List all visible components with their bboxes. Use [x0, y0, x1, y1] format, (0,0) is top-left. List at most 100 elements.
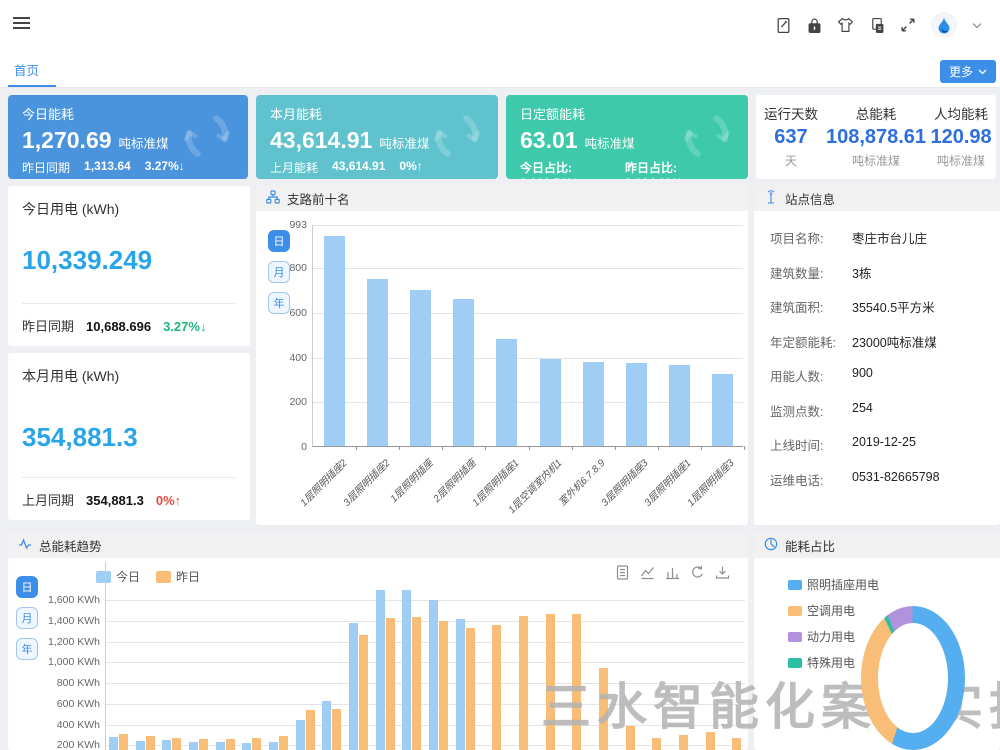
bar[interactable]: [466, 628, 475, 750]
bar[interactable]: [136, 741, 145, 750]
bar[interactable]: [359, 635, 368, 750]
bar[interactable]: [199, 739, 208, 750]
usage-delta: 3.27%↓: [163, 319, 206, 334]
water-drop-logo[interactable]: [931, 12, 957, 38]
bar[interactable]: [412, 617, 421, 750]
period-button-日[interactable]: 日: [268, 230, 290, 252]
legend-item[interactable]: 空调用电: [788, 602, 879, 619]
bar[interactable]: [599, 668, 608, 750]
bar[interactable]: [402, 590, 411, 750]
period-button-月[interactable]: 月: [16, 607, 38, 629]
stat-label: 运行天数: [756, 103, 826, 123]
bar[interactable]: [496, 339, 517, 446]
usage-card: 今日用电 (kWh)10,339.249昨日同期10,688.6963.27%↓: [8, 186, 250, 346]
legend-item[interactable]: 动力用电: [788, 628, 879, 645]
bar[interactable]: [252, 738, 261, 750]
chevron-down-icon[interactable]: [972, 22, 982, 29]
bar[interactable]: [242, 743, 251, 750]
bar[interactable]: [349, 623, 358, 750]
donut-chart[interactable]: [861, 606, 965, 750]
usage-foot-value: 354,881.3: [86, 493, 144, 508]
bar[interactable]: [324, 236, 345, 446]
bar[interactable]: [216, 742, 225, 750]
bar[interactable]: [626, 726, 635, 750]
tab-bar: 首页 更多: [0, 48, 1000, 88]
panel-title: 站点信息: [785, 189, 835, 208]
bar[interactable]: [439, 621, 448, 750]
site-row-label: 项目名称:: [770, 228, 852, 247]
bar[interactable]: [492, 625, 501, 750]
bar[interactable]: [410, 290, 431, 446]
bar[interactable]: [546, 614, 555, 750]
period-button-日[interactable]: 日: [16, 576, 38, 598]
kpi-footer-text: 上月能耗: [270, 159, 318, 176]
bar[interactable]: [226, 739, 235, 750]
bar[interactable]: [652, 738, 661, 750]
bar[interactable]: [279, 736, 288, 750]
kpi-footer-text: 今日占比: 2,016.54%: [520, 159, 625, 179]
bar[interactable]: [269, 742, 278, 750]
bar[interactable]: [706, 732, 715, 750]
tab-home[interactable]: 首页: [14, 60, 39, 79]
pie-clock-icon: [764, 537, 778, 554]
bar[interactable]: [376, 590, 385, 750]
bar[interactable]: [172, 738, 181, 750]
mobile-doc-icon[interactable]: [869, 17, 885, 34]
bar[interactable]: [189, 742, 198, 750]
usage-title: 本月用电 (kWh): [22, 366, 236, 386]
legend-item[interactable]: 照明插座用电: [788, 576, 879, 593]
grid-line: [106, 662, 745, 663]
more-button[interactable]: 更多: [940, 60, 996, 83]
bar[interactable]: [519, 616, 528, 750]
bar[interactable]: [146, 736, 155, 750]
bar[interactable]: [712, 374, 733, 446]
bar[interactable]: [679, 735, 688, 750]
bar[interactable]: [583, 362, 604, 447]
bar[interactable]: [540, 359, 561, 446]
x-tick-mark: [399, 446, 400, 450]
bar[interactable]: [322, 701, 331, 750]
bar[interactable]: [119, 734, 128, 750]
x-tick-mark: [701, 446, 702, 450]
shirt-icon[interactable]: [837, 17, 854, 33]
period-button-年[interactable]: 年: [16, 638, 38, 660]
bar[interactable]: [367, 279, 388, 446]
bar[interactable]: [572, 614, 581, 750]
site-info-row: 运维电话:0531-82665798: [770, 470, 984, 489]
kpi-unit: 吨标准煤: [585, 133, 635, 152]
y-axis-tick: 1,200 KWh: [36, 636, 106, 648]
bar[interactable]: [669, 365, 690, 446]
lock-icon[interactable]: [807, 17, 822, 34]
bar[interactable]: [306, 710, 315, 750]
bar[interactable]: [162, 740, 171, 750]
clipboard-icon[interactable]: [775, 17, 792, 34]
hamburger-icon[interactable]: [13, 17, 30, 30]
site-row-label: 运维电话:: [770, 470, 852, 489]
site-info-row: 上线时间:2019-12-25: [770, 435, 984, 454]
pulse-icon: [18, 537, 32, 554]
y-axis-tick: 800 KWh: [36, 677, 106, 689]
kpi-value: 63.01: [520, 127, 578, 154]
x-tick-mark: [744, 446, 745, 450]
bar[interactable]: [429, 600, 438, 750]
kpi-value: 43,614.91: [270, 127, 372, 154]
bar[interactable]: [296, 720, 305, 750]
site-row-label: 上线时间:: [770, 435, 852, 454]
bar[interactable]: [732, 738, 741, 750]
stat-value: 637: [756, 126, 826, 149]
bar[interactable]: [626, 363, 647, 446]
site-row-value: 900: [852, 366, 873, 385]
kpi-footer: 今日占比: 2,016.54%昨日占比: 2,084.69%: [520, 159, 734, 179]
bar[interactable]: [456, 619, 465, 750]
legend-swatch: [788, 580, 802, 590]
y-axis-tick: 1,600 KWh: [36, 594, 106, 606]
fullscreen-icon[interactable]: [900, 17, 916, 33]
kpi-card: 本月能耗43,614.91吨标准煤上月能耗43,614.910%↑: [256, 95, 498, 179]
bar[interactable]: [386, 618, 395, 750]
bar[interactable]: [109, 737, 118, 750]
bar[interactable]: [332, 709, 341, 750]
y-axis-tick: 600: [273, 307, 307, 319]
bar[interactable]: [453, 299, 474, 446]
x-tick-mark: [442, 446, 443, 450]
x-tick-mark: [615, 446, 616, 450]
